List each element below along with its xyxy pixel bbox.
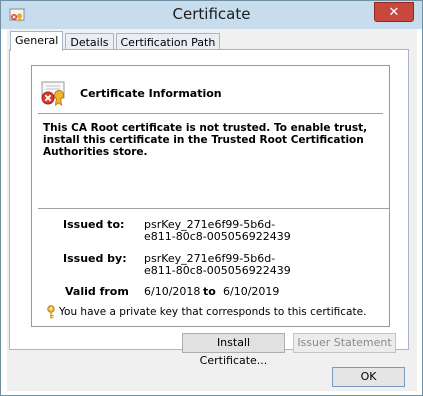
issued-to-label: Issued to: (63, 218, 125, 231)
install-certificate-button[interactable]: Install Certificate... (182, 333, 285, 367)
dialog-client-area: General Details Certification Path Certi… (7, 29, 417, 391)
ok-button[interactable]: OK (332, 367, 405, 387)
trust-warning-text: This CA Root certificate is not trusted.… (43, 122, 368, 158)
valid-to-value: 6/10/2019 (223, 285, 280, 298)
issuer-statement-button[interactable]: Issuer Statement (293, 333, 396, 353)
issued-to-value-line2: e811-80c8-005056922439 (144, 230, 291, 243)
key-icon (47, 305, 55, 319)
tab-certification-path[interactable]: Certification Path (115, 33, 221, 50)
tab-strip: General Details Certification Path (10, 31, 222, 51)
tab-general[interactable]: General (10, 31, 64, 51)
general-tab-panel: Certificate Information This CA Root cer… (9, 49, 409, 367)
title-bar[interactable]: Certificate ✕ (1, 1, 422, 29)
issued-by-label: Issued by: (63, 252, 127, 265)
details-divider (38, 208, 389, 209)
valid-from-value: 6/10/2018 (144, 285, 201, 298)
certificate-info-heading: Certificate Information (80, 87, 222, 100)
issued-by-value-line2: e811-80c8-005056922439 (144, 264, 291, 277)
tab-details[interactable]: Details (65, 33, 114, 50)
window-title: Certificate (172, 5, 251, 23)
header-divider (38, 113, 383, 114)
valid-from-label: Valid from (65, 285, 129, 298)
valid-to-label: to (203, 285, 216, 298)
certificate-info-box: Certificate Information This CA Root cer… (31, 65, 390, 327)
certificate-dialog: Certificate ✕ General Details Certificat… (0, 0, 423, 396)
private-key-note: You have a private key that corresponds … (59, 306, 367, 318)
close-button[interactable]: ✕ (374, 2, 414, 22)
untrusted-certificate-icon (41, 81, 65, 106)
